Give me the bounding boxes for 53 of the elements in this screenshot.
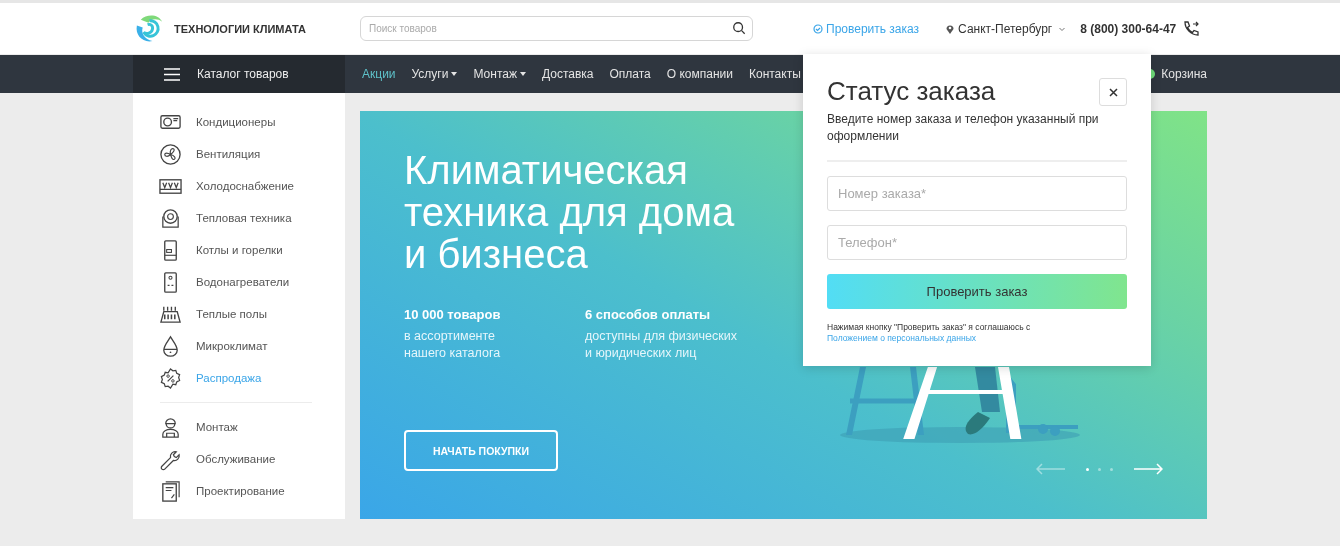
nav-link[interactable]: Акции — [354, 67, 404, 81]
sidebar-item[interactable]: Теплые полы — [159, 298, 345, 330]
check-circle-icon — [813, 23, 823, 34]
sidebar-item[interactable]: Проектирование — [159, 475, 345, 507]
check-order-button[interactable]: Проверить заказ — [827, 274, 1127, 309]
fan-icon — [159, 142, 182, 166]
heater-icon — [159, 206, 182, 230]
document-icon — [159, 479, 182, 503]
sidebar-item[interactable]: Котлы и горелки — [159, 234, 345, 266]
nav-link[interactable]: Монтаж — [465, 67, 534, 81]
stat-value: 6 способов оплаты — [585, 307, 712, 322]
hero-title: Климатическая техника для дома и бизнеса — [404, 149, 736, 275]
nav-link[interactable]: Доставка — [533, 67, 602, 81]
phone-number: 8 (800) 300-64-47 — [1080, 21, 1177, 36]
sidebar-item[interactable]: Водонагреватели — [159, 266, 345, 298]
popup-title: Статус заказа — [827, 76, 996, 107]
sidebar-item[interactable]: Микроклимат — [159, 330, 345, 362]
nav-link[interactable]: Оплата — [601, 67, 659, 81]
sidebar-item[interactable]: Тепловая техника — [159, 202, 345, 234]
slider-dot[interactable] — [1098, 467, 1101, 471]
slider-dot[interactable] — [1110, 467, 1113, 471]
logo-text: ТЕХНОЛОГИИ КЛИМАТА — [174, 22, 306, 35]
search-icon[interactable] — [732, 21, 746, 35]
nav-link[interactable]: О компании — [658, 67, 741, 81]
close-button[interactable] — [1099, 78, 1127, 106]
caret-icon — [1058, 25, 1067, 32]
search-field[interactable]: Поиск товаров — [360, 16, 753, 41]
location-pin-icon — [945, 23, 956, 34]
sidebar-item[interactable]: Холодоснабжение — [159, 170, 345, 202]
sidebar-item[interactable]: Монтаж — [159, 411, 345, 443]
city-selector[interactable]: Санкт-Петербург — [945, 21, 1067, 36]
consent-text: Нажимая кнопку "Проверить заказ" я соглашаюсь с — [827, 322, 1031, 332]
previous-arrow-icon[interactable] — [1036, 463, 1066, 475]
popup-description: Введите номер заказа и телефон указанный при оформлении — [827, 111, 1100, 145]
catalog-button[interactable]: Каталог товаров — [133, 55, 345, 93]
stat-caption: доступны для физических и юридических лиц — [585, 328, 738, 362]
next-arrow-icon[interactable] — [1133, 463, 1163, 475]
input-field[interactable]: Номер заказа* — [827, 176, 1127, 211]
close-icon — [1108, 87, 1118, 97]
sidebar-item[interactable]: Вентиляция — [159, 138, 345, 170]
input-field[interactable]: Телефон* — [827, 225, 1127, 260]
worker-icon — [159, 415, 182, 439]
slider-dot[interactable] — [1086, 467, 1089, 471]
stat-caption: в ассортименте нашего каталога — [404, 328, 502, 362]
menu-icon — [164, 67, 180, 81]
stat-value: 10 000 товаров — [404, 307, 502, 322]
sale-percent-icon — [159, 366, 182, 390]
caret-icon — [519, 72, 526, 76]
caret-icon — [451, 72, 458, 76]
sidebar-item[interactable]: Обслуживание — [159, 443, 345, 475]
sidebar-item[interactable]: Кондиционеры — [159, 106, 345, 138]
phone-icon[interactable] — [1182, 19, 1200, 38]
nav-link[interactable]: Услуги — [403, 67, 466, 81]
